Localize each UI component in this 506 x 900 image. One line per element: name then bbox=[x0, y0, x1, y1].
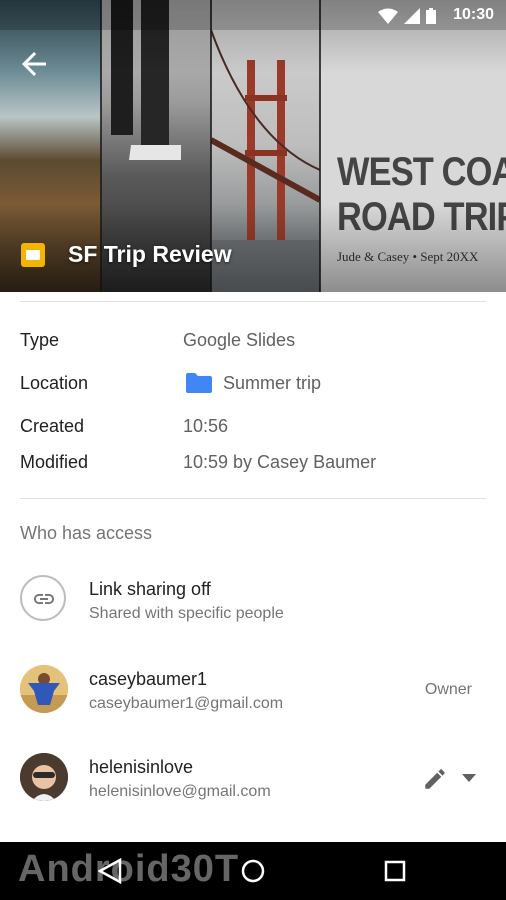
created-value: 10:56 bbox=[183, 416, 229, 436]
status-time: 10:30 bbox=[453, 6, 494, 23]
person-name: helenisinlove bbox=[89, 757, 194, 777]
link-sharing-title: Link sharing off bbox=[89, 579, 211, 599]
location-value[interactable]: Summer trip bbox=[223, 373, 321, 394]
arrow-back-icon bbox=[22, 52, 46, 76]
recents-nav-icon[interactable] bbox=[384, 860, 406, 882]
link-icon bbox=[20, 575, 66, 621]
person-email: helenisinlove@gmail.com bbox=[89, 783, 271, 800]
modified-value: 10:59 by Casey Baumer bbox=[183, 452, 377, 472]
poster-title-line1: WEST COAST bbox=[337, 150, 506, 194]
person-row-owner[interactable]: caseybaumer1 caseybaumer1@gmail.com Owne… bbox=[0, 656, 506, 726]
location-label: Location bbox=[20, 373, 89, 393]
modified-label: Modified bbox=[20, 452, 89, 472]
access-heading: Who has access bbox=[20, 523, 153, 543]
type-value: Google Slides bbox=[183, 330, 296, 350]
document-header: SF Trip Review bbox=[20, 241, 232, 268]
person-row-editor[interactable]: helenisinlove helenisinlove@gmail.com bbox=[0, 744, 506, 814]
folder-icon bbox=[186, 373, 212, 393]
role-label: Owner bbox=[424, 681, 472, 698]
divider bbox=[20, 301, 486, 302]
document-title: SF Trip Review bbox=[68, 241, 232, 267]
divider bbox=[20, 498, 486, 499]
watermark-logo: Android30T bbox=[18, 848, 240, 890]
battery-icon bbox=[426, 8, 436, 24]
created-label: Created bbox=[20, 416, 85, 436]
dropdown-arrow-icon bbox=[462, 774, 476, 782]
google-slides-icon bbox=[20, 242, 46, 268]
wifi-icon bbox=[378, 8, 398, 24]
poster-title: WEST COAST ROAD TRIP bbox=[337, 150, 506, 240]
person-name: caseybaumer1 bbox=[89, 669, 208, 689]
status-bar: 10:30 bbox=[0, 0, 506, 30]
back-button[interactable] bbox=[16, 46, 52, 82]
avatar bbox=[20, 665, 68, 713]
signal-icon bbox=[404, 8, 420, 24]
pencil-icon bbox=[425, 769, 445, 789]
person-email: caseybaumer1@gmail.com bbox=[89, 695, 284, 712]
status-icons bbox=[378, 8, 436, 24]
avatar bbox=[20, 753, 68, 801]
divider bbox=[319, 0, 321, 292]
home-nav-icon[interactable] bbox=[240, 858, 266, 884]
link-sharing-subtitle: Shared with specific people bbox=[89, 605, 284, 622]
header-image: WEST COAST ROAD TRIP Jude & Casey • Sept… bbox=[0, 0, 506, 292]
edit-permission-button[interactable] bbox=[422, 766, 482, 794]
link-sharing-row[interactable]: Link sharing off Shared with specific pe… bbox=[0, 566, 506, 636]
type-label: Type bbox=[20, 330, 60, 350]
poster-subtitle: Jude & Casey • Sept 20XX bbox=[337, 249, 479, 264]
poster-title-line2: ROAD TRIP bbox=[337, 195, 506, 239]
